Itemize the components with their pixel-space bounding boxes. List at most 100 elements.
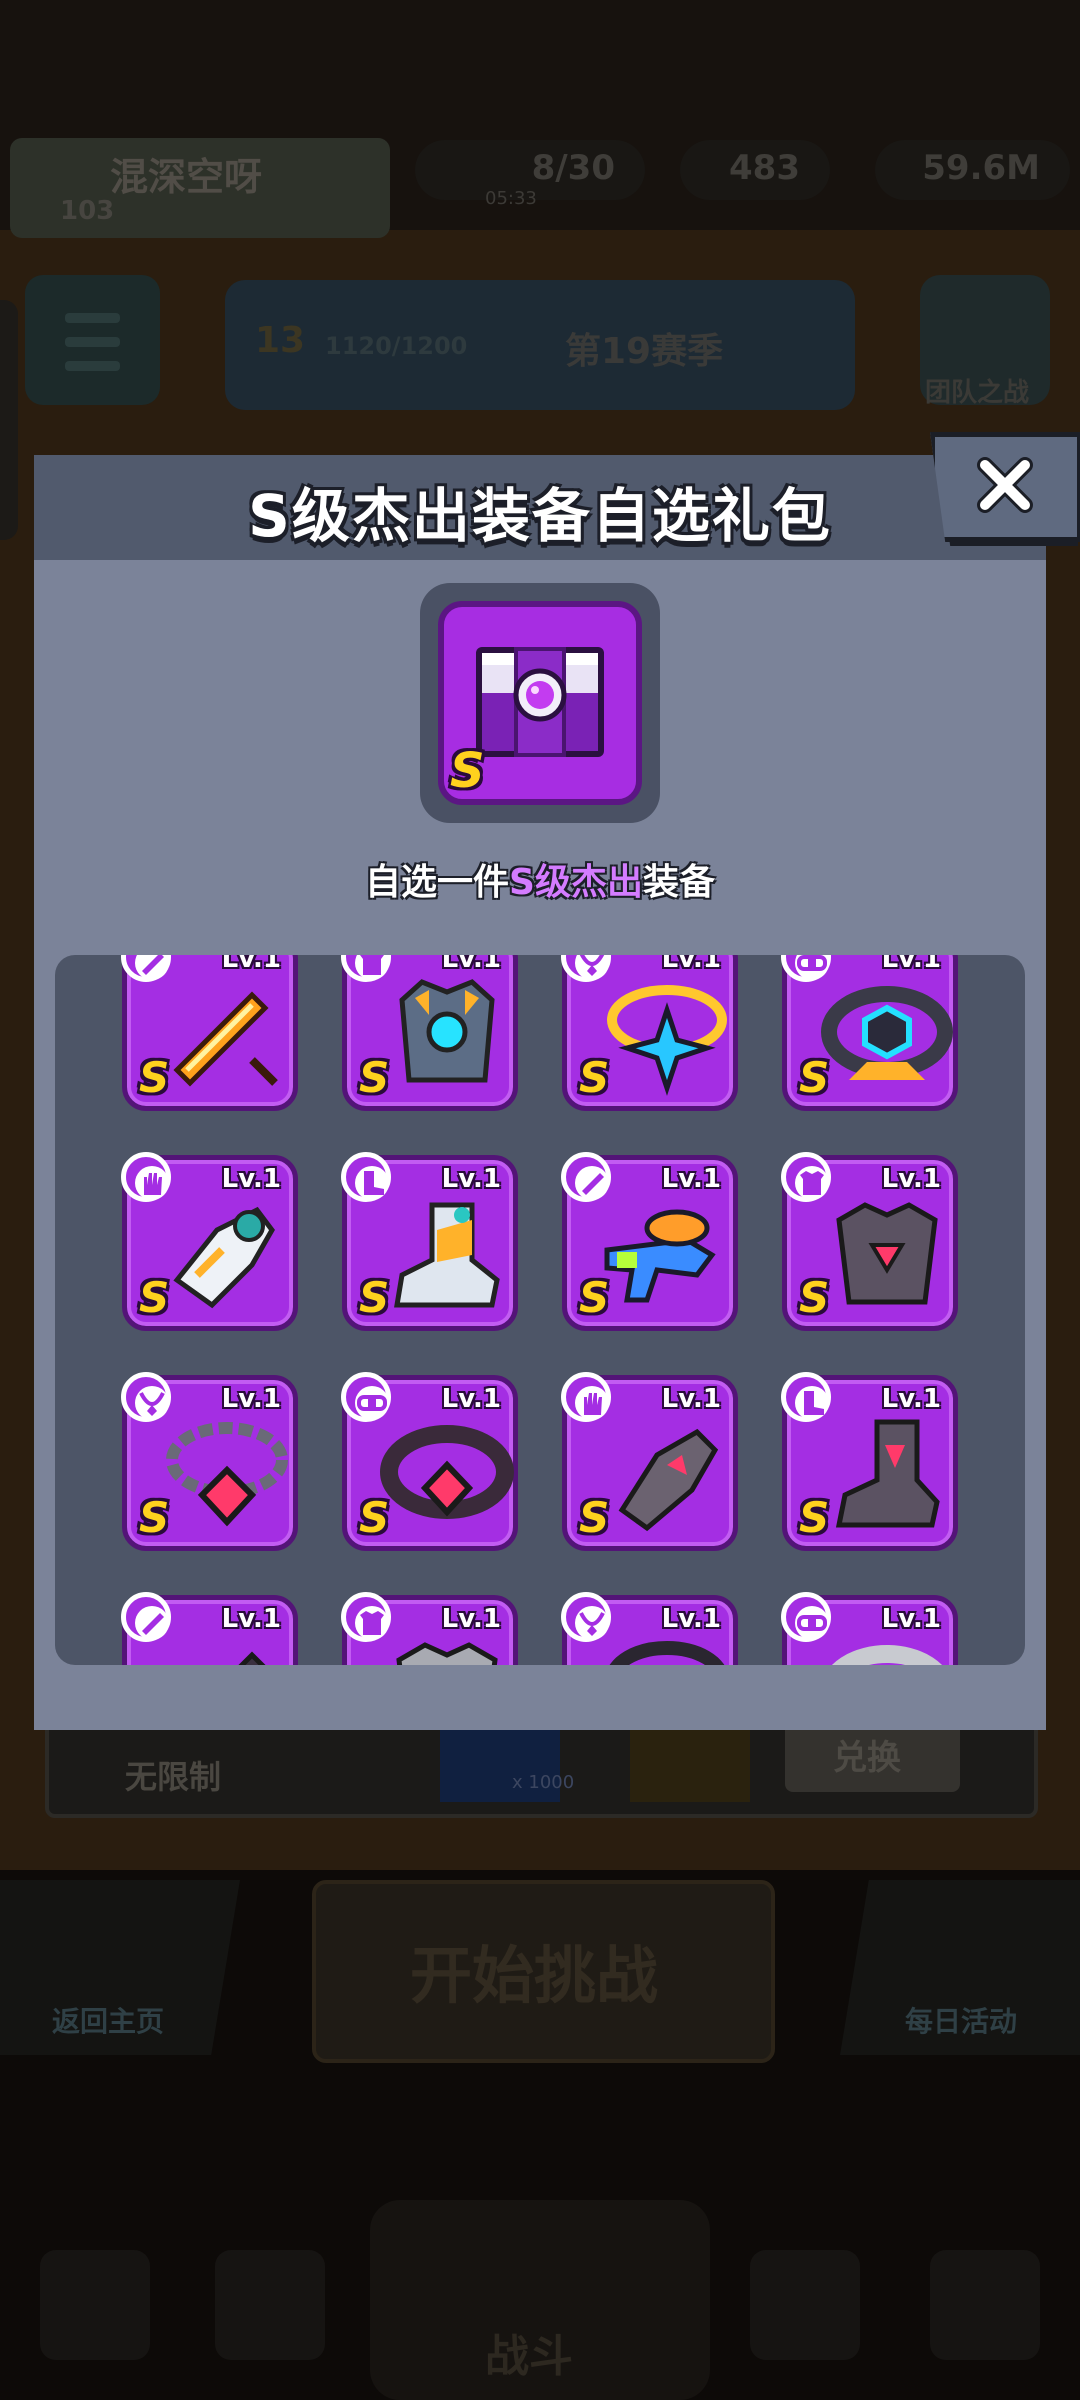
item-level: Lv.1 xyxy=(881,1164,941,1194)
coin-counter: 59.6M xyxy=(875,140,1070,200)
player-level: 103 xyxy=(60,196,115,226)
team-battle-label: 团队之战 xyxy=(925,378,1030,408)
close-x-icon xyxy=(977,457,1033,513)
weapon-slot-icon xyxy=(121,1592,171,1642)
equipment-grid[interactable]: Lv.1 S Lv.1 S Lv.1 S Lv.1 S Lv.1 S Lv.1 S Lv.1 S Lv.1 S… xyxy=(55,955,1025,1665)
item-level: Lv.1 xyxy=(441,1164,501,1194)
dark-necklace-icon xyxy=(609,1641,725,1665)
equipment-item-mech-boot[interactable]: Lv.1 S xyxy=(341,1152,518,1331)
item-grade: S xyxy=(139,1053,170,1102)
item-level: Lv.1 xyxy=(661,955,721,974)
modal-subtitle: 自选一件S级杰出装备 xyxy=(34,853,1046,905)
mech-gauntlet-icon xyxy=(173,1206,275,1309)
armor-slot-icon xyxy=(341,955,391,982)
item-grade: S xyxy=(139,1493,170,1542)
gloves-slot-icon xyxy=(121,1152,171,1202)
item-level: Lv.1 xyxy=(221,1384,281,1414)
grey-armor-icon xyxy=(396,1642,498,1665)
back-home-label: 返回主页 xyxy=(52,2005,165,2038)
necklace-slot-icon xyxy=(561,955,611,982)
equipment-item-grey-armor[interactable]: Lv.1S xyxy=(341,1592,518,1665)
item-level: Lv.1 xyxy=(221,955,281,974)
gift-pack-icon-frame: S xyxy=(420,583,660,823)
item-level: Lv.1 xyxy=(661,1384,721,1414)
item-grade: S xyxy=(359,1053,390,1102)
player-name: 混深空呀 xyxy=(110,155,263,199)
item-grade: S xyxy=(799,1493,830,1542)
item-level: Lv.1 xyxy=(441,1604,501,1634)
item-level: Lv.1 xyxy=(441,1384,501,1414)
equipment-item-water-gun[interactable]: Lv.1 S xyxy=(561,1152,738,1331)
equipment-item-star-necklace[interactable]: Lv.1 S xyxy=(561,955,738,1111)
nav-shop-icon xyxy=(40,2250,150,2360)
close-button[interactable] xyxy=(930,432,1080,542)
equipment-item-gem-belt[interactable]: Lv.1 S xyxy=(341,1372,518,1551)
subtitle-prefix: 自选一件 xyxy=(365,862,510,903)
equipment-item-dark-armor[interactable]: Lv.1 S xyxy=(781,1152,958,1331)
equipment-item-dark-necklace[interactable]: Lv.1S xyxy=(561,1592,738,1665)
dark-gauntlet-icon xyxy=(618,1428,719,1532)
item-level: Lv.1 xyxy=(221,1604,281,1634)
necklace-slot-icon xyxy=(561,1592,611,1642)
mech-boot-icon xyxy=(394,1202,500,1308)
mode-count: x 1000 xyxy=(512,1772,575,1793)
nav-skill-icon xyxy=(750,2250,860,2360)
modal-title: S级杰出装备自选礼包 xyxy=(248,482,832,550)
boots-slot-icon xyxy=(781,1372,831,1422)
water-gun-icon xyxy=(604,1209,716,1303)
purple-chest-icon: S xyxy=(438,601,642,805)
weapon-slot-icon xyxy=(561,1152,611,1202)
season-exp: 1120/1200 xyxy=(325,332,468,360)
equipment-item-grey-belt[interactable]: Lv.1S xyxy=(781,1592,958,1665)
item-grade: S xyxy=(579,1053,610,1102)
item-grade: S xyxy=(139,1273,170,1322)
item-level: Lv.1 xyxy=(441,955,501,974)
item-level: Lv.1 xyxy=(661,1164,721,1194)
belt-slot-icon xyxy=(781,1592,831,1642)
equipment-item-chain-necklace[interactable]: Lv.1 S xyxy=(121,1372,298,1551)
gift-grade-label: S xyxy=(450,743,485,799)
gift-pack-modal: S级杰出装备自选礼包 S 自选一件S级杰出装备 Lv.1 S Lv.1 S Lv.1 S L… xyxy=(34,455,1046,1730)
item-grade: S xyxy=(799,1053,830,1102)
nav-battle-label: 战斗 xyxy=(485,2331,573,2382)
nav-guild-icon xyxy=(930,2250,1040,2360)
chain-necklace-icon xyxy=(166,1422,288,1527)
item-level: Lv.1 xyxy=(221,1164,281,1194)
weapon-slot-icon xyxy=(121,955,171,982)
boots-slot-icon xyxy=(341,1152,391,1202)
gloves-slot-icon xyxy=(561,1372,611,1422)
equipment-item-dark-gauntlet[interactable]: Lv.1 S xyxy=(561,1372,738,1551)
start-challenge-label: 开始挑战 xyxy=(410,1939,659,2012)
equipment-item-dark-boot[interactable]: Lv.1 S xyxy=(781,1372,958,1551)
grey-belt-icon xyxy=(831,1645,943,1665)
dark-armor-icon xyxy=(836,1202,938,1305)
item-grade: S xyxy=(359,1273,390,1322)
energy-timer: 05:33 xyxy=(485,188,537,209)
exchange-label: 兑换 xyxy=(833,1738,901,1778)
daily-event-label: 每日活动 xyxy=(905,2005,1018,2038)
equipment-item-mech-gauntlet[interactable]: Lv.1 S xyxy=(121,1152,298,1331)
item-grade: S xyxy=(799,1273,830,1322)
equipment-item-robot-armor[interactable]: Lv.1 S xyxy=(341,955,518,1111)
season-pass-bar xyxy=(225,280,855,410)
mode-label: 无限制 xyxy=(125,1758,222,1796)
item-level: Lv.1 xyxy=(661,1604,721,1634)
item-level: Lv.1 xyxy=(881,1384,941,1414)
necklace-slot-icon xyxy=(121,1372,171,1422)
modal-header: S级杰出装备自选礼包 xyxy=(34,455,1046,560)
dark-weapon-icon xyxy=(238,1651,266,1665)
side-drawer-handle xyxy=(0,300,18,540)
item-grade: S xyxy=(359,1493,390,1542)
equipment-item-dark-weapon[interactable]: Lv.1S xyxy=(121,1592,298,1665)
sword-icon xyxy=(173,991,278,1087)
mode-chest-icon xyxy=(630,1722,750,1802)
star-necklace-icon xyxy=(607,985,727,1096)
armor-slot-icon xyxy=(781,1152,831,1202)
equipment-item-hex-belt[interactable]: Lv.1 S xyxy=(781,955,958,1111)
menu-icon xyxy=(25,275,160,405)
dark-boot-icon xyxy=(835,1419,940,1528)
item-level: Lv.1 xyxy=(881,1604,941,1634)
item-grade: S xyxy=(579,1493,610,1542)
item-grade: S xyxy=(579,1273,610,1322)
equipment-item-sword[interactable]: Lv.1 S xyxy=(121,955,298,1111)
